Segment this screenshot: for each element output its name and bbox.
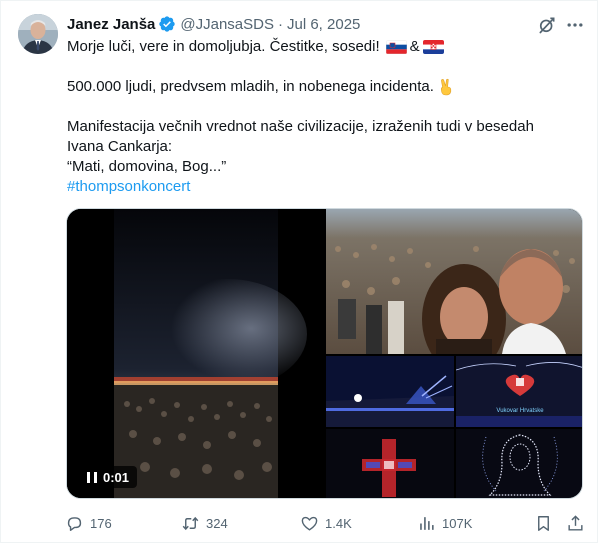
- repost-count: 324: [206, 515, 228, 531]
- concert-video[interactable]: 0:01: [67, 209, 324, 498]
- share-icon: [568, 514, 583, 531]
- bookmark-button[interactable]: [534, 511, 553, 535]
- pause-icon[interactable]: [87, 471, 97, 483]
- tweet-line: 500.000 ljudi, predvsem mladih, in noben…: [67, 77, 577, 97]
- views-button[interactable]: 107K: [417, 511, 472, 535]
- media-grid: 0:01 Vukovar Hrvatske: [66, 208, 583, 499]
- author-name[interactable]: Janez Janša: [67, 16, 155, 33]
- video-timer[interactable]: 0:01: [79, 466, 138, 488]
- tweet-card[interactable]: Janez Janša @JJansaSDS · Jul 6, 2025 Mor…: [0, 0, 598, 543]
- author-avatar[interactable]: [18, 14, 58, 54]
- author-handle[interactable]: @JJansaSDS: [180, 16, 274, 33]
- tweet-line-5: “Mati, domovina, Bog...”: [67, 158, 227, 175]
- like-icon: [301, 516, 318, 531]
- victory-hand-icon: [440, 78, 452, 96]
- bookmark-icon: [538, 515, 549, 531]
- views-count: 107K: [442, 515, 473, 531]
- slovenia-flag-icon: [385, 40, 407, 54]
- header-separator: ·: [278, 15, 283, 33]
- verified-badge-icon: [159, 16, 176, 32]
- tweet-line-4: Ivana Cankarja:: [67, 138, 173, 155]
- drone-figure-photo[interactable]: [456, 429, 582, 498]
- video-time: 0:01: [103, 469, 130, 485]
- tweet-line: “Mati, domovina, Bog...”: [67, 157, 577, 177]
- repost-icon: [182, 516, 199, 530]
- tweet-header: Janez Janša @JJansaSDS · Jul 6, 2025: [67, 14, 360, 34]
- drone-caption: Vukovar Hrvatske: [496, 408, 544, 414]
- tweet-line-3: Manifestacija večnih vrednot naše civili…: [67, 118, 534, 135]
- reply-count: 176: [90, 515, 112, 531]
- tweet-line: Ivana Cankarja:: [67, 137, 577, 157]
- selfie-photo[interactable]: [326, 209, 582, 354]
- arena-photo[interactable]: [326, 356, 454, 427]
- hashtag-link[interactable]: #thompsonkoncert: [67, 177, 190, 197]
- tweet-text: Morje luči, vere in domoljubja. Čestitke…: [67, 37, 577, 197]
- tweet-line-2: 500.000 ljudi, predvsem mladih, in noben…: [67, 78, 434, 95]
- action-bar: 176 324 1.4K 107K: [1, 511, 598, 535]
- like-button[interactable]: 1.4K: [300, 511, 352, 535]
- more-options-icon[interactable]: [565, 15, 585, 35]
- repost-button[interactable]: 324: [181, 511, 228, 535]
- grok-icon[interactable]: [537, 15, 557, 35]
- reply-button[interactable]: 176: [65, 511, 112, 535]
- tweet-line: #thompsonkoncert: [67, 177, 577, 197]
- reply-icon: [67, 516, 82, 531]
- share-button[interactable]: [566, 511, 585, 535]
- like-count: 1.4K: [325, 515, 352, 531]
- tweet-line-1: Morje luči, vere in domoljubja. Čestitke…: [67, 38, 380, 55]
- tweet-line-1-amp: &: [409, 38, 420, 55]
- tweet-line: Manifestacija večnih vrednot naše civili…: [67, 117, 577, 137]
- drone-heart-photo[interactable]: Vukovar Hrvatske: [456, 356, 582, 427]
- drone-cross-photo[interactable]: [326, 429, 454, 498]
- tweet-date[interactable]: Jul 6, 2025: [287, 16, 360, 33]
- croatia-flag-icon: [422, 40, 444, 54]
- views-icon: [420, 516, 434, 530]
- tweet-line: Morje luči, vere in domoljubja. Čestitke…: [67, 37, 577, 57]
